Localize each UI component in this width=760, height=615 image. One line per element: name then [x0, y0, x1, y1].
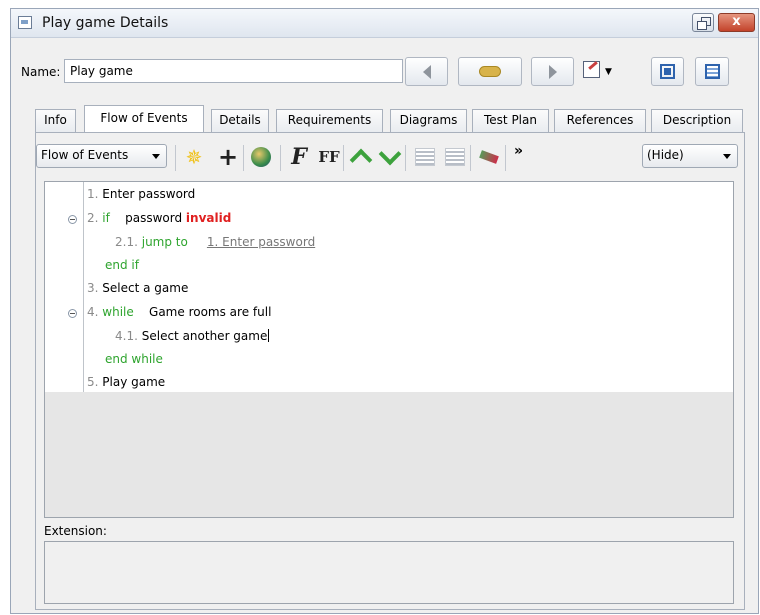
tab-test-plan[interactable]: Test Plan [472, 109, 549, 132]
title-bar: Play game Details x [11, 9, 758, 38]
move-down-icon [378, 142, 402, 166]
gutter-divider [83, 182, 84, 392]
tab-requirements[interactable]: Requirements [276, 109, 383, 132]
step-number: 5. [87, 375, 99, 389]
jump-button[interactable] [458, 57, 522, 86]
step-number: 1. [87, 187, 99, 201]
jump-icon [479, 66, 501, 77]
step-text: Enter password [102, 187, 196, 201]
view-select[interactable]: Flow of Events [36, 144, 167, 168]
window-title: Play game Details [42, 15, 169, 31]
toolbar-divider [243, 145, 244, 171]
table-icon [704, 64, 720, 79]
toolbar-divider [175, 145, 176, 171]
toolbar-divider [343, 145, 344, 171]
flag-button[interactable] [477, 145, 501, 169]
step-number: 2.1. [115, 235, 138, 249]
extension-label: Extension: [44, 524, 107, 538]
window-icon [660, 64, 675, 79]
tab-flow-of-events[interactable]: Flow of Events [84, 105, 204, 132]
back-arrow-icon [422, 64, 431, 79]
flow-step-4[interactable]: 4. while Game rooms are full [87, 305, 271, 319]
forward-arrow-icon [548, 64, 557, 79]
step-text: password [125, 211, 183, 225]
flow-step-2[interactable]: 2. if password invalid [87, 211, 231, 225]
hide-select[interactable]: (Hide) [642, 144, 738, 168]
step-number: 3. [87, 281, 99, 295]
tab-info[interactable]: Info [35, 109, 76, 132]
step-number: 2. [87, 211, 99, 225]
details-window: Play game Details x Name: ▼ Info Flow of… [10, 8, 759, 614]
forward-button[interactable] [531, 57, 574, 86]
indent-icon [445, 148, 465, 166]
format-all-icon[interactable]: FF [317, 145, 341, 169]
plus-icon[interactable]: + [216, 143, 240, 171]
globe-icon [251, 147, 271, 167]
flow-editor[interactable]: 1. Enter password 2. if password invalid… [44, 181, 734, 518]
flow-step-2-1[interactable]: 2.1. jump to 1. Enter password [115, 235, 315, 249]
move-up-button[interactable] [349, 145, 373, 172]
edit-icon[interactable] [583, 61, 600, 78]
chevron-down-icon [723, 154, 731, 159]
tab-references[interactable]: References [554, 109, 646, 132]
name-label: Name: [21, 65, 61, 79]
close-icon: x [732, 14, 741, 29]
tab-details[interactable]: Details [211, 109, 269, 132]
outdent-button[interactable] [413, 145, 437, 169]
flow-editor-content: 1. Enter password 2. if password invalid… [45, 182, 733, 392]
edit-dropdown-caret[interactable]: ▼ [605, 67, 612, 77]
flow-step-3[interactable]: 3. Select a game [87, 281, 188, 295]
restore-icon-front [697, 21, 707, 30]
flow-of-events-panel: Flow of Events ✵ + F FF » (Hide) 1. Ente… [35, 132, 745, 610]
tab-description[interactable]: Description [651, 109, 743, 132]
toolbar-divider [470, 145, 471, 171]
jump-target-link[interactable]: 1. Enter password [207, 235, 315, 249]
toolbar-divider [280, 145, 281, 171]
step-text: Select a game [102, 281, 189, 295]
step-number: 4.1. [115, 329, 138, 343]
chevron-down-icon [152, 154, 160, 159]
flow-step-4-1[interactable]: 4.1. Select another game [115, 329, 270, 343]
flow-end-while: end while [105, 352, 163, 366]
step-keyword: jump to [141, 235, 188, 249]
more-tools-button[interactable]: » [514, 143, 523, 159]
collapse-toggle-icon[interactable] [68, 309, 77, 318]
step-text: Select another game [141, 329, 268, 343]
flow-end-if: end if [105, 258, 139, 272]
step-text: Game rooms are full [149, 305, 272, 319]
back-button[interactable] [405, 57, 448, 86]
step-keyword: while [102, 305, 134, 319]
table-button[interactable] [695, 57, 729, 86]
step-text: Play game [102, 375, 166, 389]
step-number: 4. [87, 305, 99, 319]
hide-select-value: (Hide) [647, 148, 684, 162]
extension-field[interactable] [44, 541, 734, 604]
close-button[interactable]: x [718, 13, 755, 32]
step-highlight: invalid [185, 211, 232, 225]
flow-step-5[interactable]: 5. Play game [87, 375, 165, 389]
flag-icon [479, 150, 499, 164]
star-icon[interactable]: ✵ [182, 145, 206, 169]
toolbar-divider [405, 145, 406, 171]
app-icon [18, 16, 32, 29]
move-down-button[interactable] [378, 142, 402, 169]
indent-button[interactable] [443, 145, 467, 169]
move-up-icon [349, 148, 373, 172]
step-keyword: if [102, 211, 110, 225]
window-button[interactable] [651, 57, 684, 86]
outdent-icon [415, 148, 435, 166]
globe-button[interactable] [249, 145, 273, 169]
flow-toolbar: Flow of Events ✵ + F FF » (Hide) [36, 141, 744, 172]
tab-diagrams[interactable]: Diagrams [390, 109, 467, 132]
text-cursor [268, 329, 270, 342]
name-field[interactable] [64, 59, 403, 83]
restore-button[interactable] [692, 13, 714, 32]
flow-step-1[interactable]: 1. Enter password [87, 187, 195, 201]
collapse-toggle-icon[interactable] [68, 215, 77, 224]
format-icon[interactable]: F [287, 144, 311, 170]
toolbar-divider [505, 145, 506, 171]
view-select-value: Flow of Events [41, 148, 129, 162]
